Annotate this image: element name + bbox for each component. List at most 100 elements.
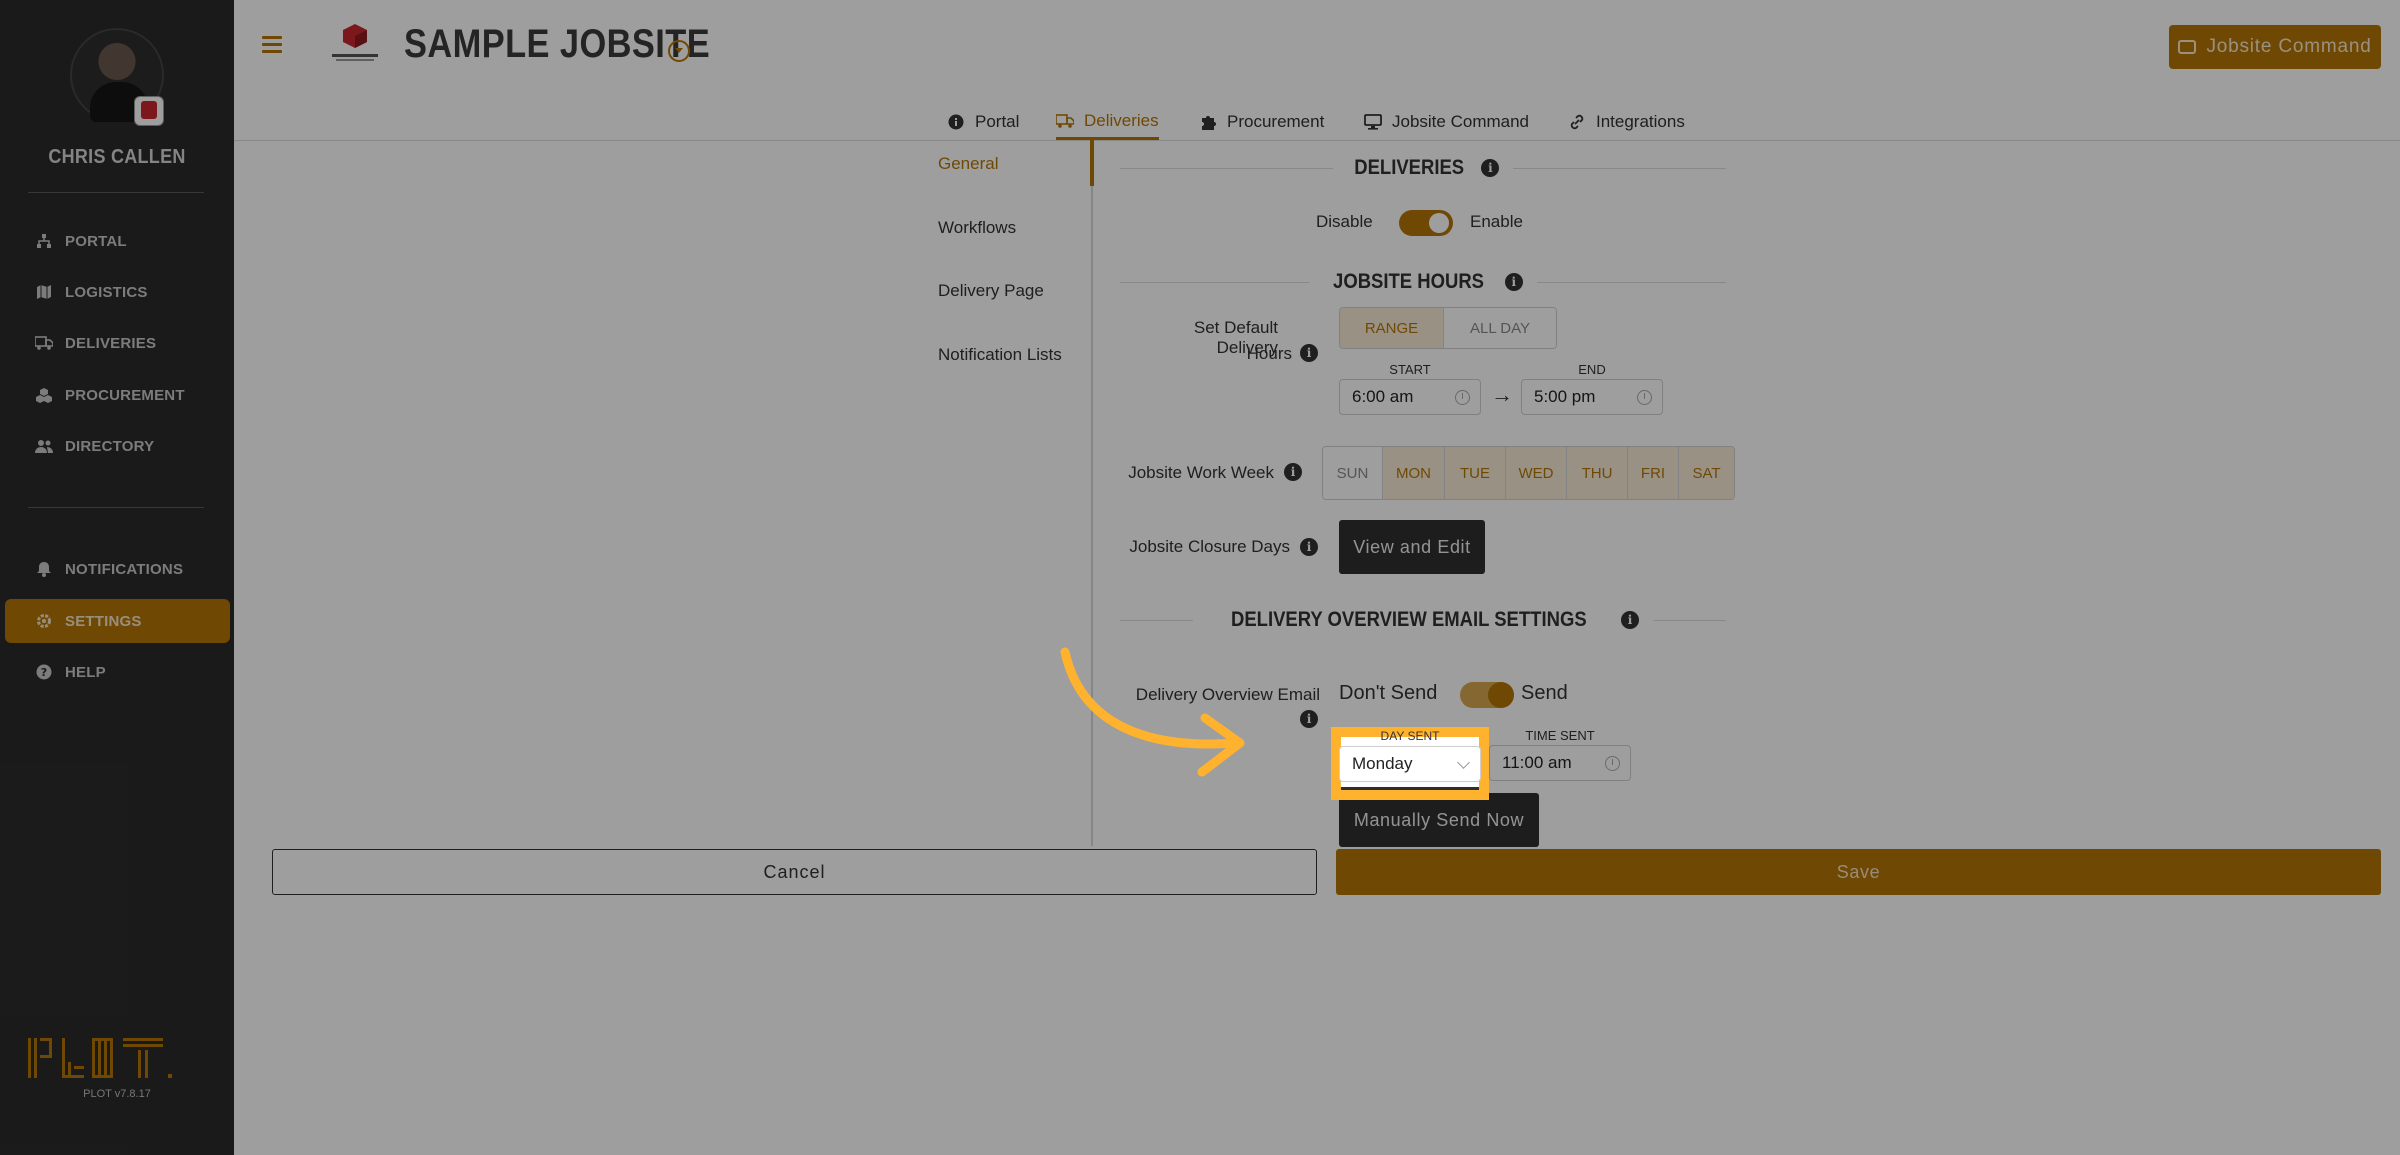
section-title: DELIVERY OVERVIEW EMAIL SETTINGS (1230, 608, 1587, 631)
start-time-input[interactable]: 6:00 am (1339, 379, 1481, 415)
work-week-label: Jobsite Work Week (1128, 463, 1274, 482)
tab-label: Integrations (1596, 112, 1685, 131)
sidebar-item-notifications[interactable]: NOTIFICATIONS (5, 547, 230, 591)
sidebar-item-label: PORTAL (65, 232, 127, 250)
start-label: START (1389, 362, 1431, 377)
project-title: SAMPLE JOBSITE (404, 22, 711, 66)
sidebar-divider (28, 507, 204, 508)
deliveries-enable-toggle[interactable] (1399, 210, 1453, 236)
users-icon (35, 437, 53, 455)
sidebar-item-portal[interactable]: PORTAL (5, 219, 230, 263)
tab-label: Procurement (1227, 112, 1325, 131)
info-circle-icon (947, 113, 965, 131)
arrow-right-icon: → (1491, 382, 1513, 407)
subnav-active-indicator (1090, 140, 1094, 186)
send-label: Send (1521, 682, 1568, 704)
tab-bar: Portal Deliveries Procurement Jobsite Co… (0, 104, 2400, 140)
tab-procurement[interactable]: Procurement (1199, 104, 1324, 140)
tab-label: Deliveries (1084, 110, 1159, 130)
menu-toggle-icon[interactable] (262, 36, 282, 54)
sidebar-item-label: DIRECTORY (65, 437, 155, 455)
closure-days-label: Jobsite Closure Days (1129, 537, 1290, 556)
sitemap-icon (35, 232, 53, 250)
manually-send-button-edge (1341, 787, 1479, 790)
end-time-input[interactable]: 5:00 pm (1521, 379, 1663, 415)
sidebar-divider (28, 192, 204, 193)
sidebar-item-label: HELP (65, 663, 106, 681)
hours-mode-toggle[interactable]: RANGE ALL DAY (1339, 307, 1557, 349)
clock-icon (1637, 390, 1652, 405)
section-title: JOBSITE HOURS (1333, 270, 1485, 293)
app-version: PLOT v7.8.17 (83, 1088, 151, 1100)
cubes-icon (35, 386, 53, 404)
sidebar-item-label: NOTIFICATIONS (65, 560, 184, 578)
sidebar-item-label: LOGISTICS (65, 283, 148, 301)
deliveries-section-header: DELIVERIES i (1120, 154, 1726, 182)
sidebar-item-directory[interactable]: DIRECTORY (5, 424, 230, 468)
save-button[interactable]: Save (1336, 849, 2381, 895)
tab-integrations[interactable]: Integrations (1568, 104, 1685, 140)
svg-text:?: ? (41, 666, 48, 679)
tab-divider (234, 140, 2400, 141)
sidebar-item-procurement[interactable]: PROCUREMENT (5, 373, 230, 417)
sidebar-item-deliveries[interactable]: DELIVERIES (5, 321, 230, 365)
info-icon[interactable]: i (1300, 538, 1318, 556)
clock-icon (1605, 756, 1620, 771)
jobsite-hours-section-header: JOBSITE HOURS i (1120, 268, 1726, 296)
default-hours-label-2: Hours (1246, 344, 1292, 363)
chevron-down-icon (1457, 756, 1470, 769)
subnav-general[interactable]: General (938, 154, 998, 174)
jobsite-command-button[interactable]: Jobsite Command (2169, 25, 2381, 69)
info-icon[interactable]: i (1504, 273, 1523, 291)
day-thu[interactable]: THU (1567, 447, 1628, 499)
dont-send-label: Don't Send (1339, 682, 1438, 704)
monitor-icon (1364, 113, 1382, 131)
manually-send-button[interactable]: Manually Send Now (1339, 793, 1539, 847)
tab-deliveries[interactable]: Deliveries (1056, 104, 1159, 140)
day-sun[interactable]: SUN (1323, 447, 1383, 499)
sidebar-item-logistics[interactable]: LOGISTICS (5, 270, 230, 314)
start-time-value: 6:00 am (1352, 387, 1414, 406)
all-day-option[interactable]: ALL DAY (1444, 308, 1556, 348)
subnav-delivery-page[interactable]: Delivery Page (938, 281, 1044, 301)
info-icon[interactable]: i (1300, 344, 1318, 362)
gear-icon (35, 612, 53, 630)
view-edit-closures-button[interactable]: View and Edit (1339, 520, 1485, 574)
truck-icon (1056, 112, 1074, 130)
subnav-workflows[interactable]: Workflows (938, 218, 1016, 238)
day-tue[interactable]: TUE (1445, 447, 1506, 499)
user-name: CHRIS CALLEN (48, 146, 186, 168)
sidebar-item-label: PROCUREMENT (65, 386, 185, 404)
time-sent-value: 11:00 am (1502, 753, 1572, 772)
info-icon[interactable]: i (1284, 463, 1302, 481)
tab-label: Jobsite Command (1392, 112, 1530, 131)
info-icon[interactable]: i (1621, 611, 1640, 629)
day-sat[interactable]: SAT (1679, 447, 1734, 499)
sidebar: CHRIS CALLEN PORTAL LOGISTICS DELIVERIES… (0, 0, 234, 1155)
range-option[interactable]: RANGE (1340, 308, 1444, 348)
day-sent-label: DAY SENT (1380, 729, 1440, 743)
sidebar-item-settings[interactable]: SETTINGS (5, 599, 230, 643)
day-fri[interactable]: FRI (1628, 447, 1679, 499)
end-time-value: 5:00 pm (1534, 387, 1596, 406)
cancel-button[interactable]: Cancel (272, 849, 1317, 895)
disable-label: Disable (1316, 212, 1373, 231)
overview-email-toggle[interactable] (1460, 682, 1514, 708)
day-mon[interactable]: MON (1383, 447, 1445, 499)
info-icon[interactable]: i (1481, 159, 1500, 177)
day-wed[interactable]: WED (1506, 447, 1567, 499)
puzzle-icon (1199, 113, 1217, 131)
end-label: END (1578, 362, 1606, 377)
work-week-selector[interactable]: SUN MON TUE WED THU FRI SAT (1322, 446, 1735, 500)
briefcase-icon (2178, 40, 2197, 54)
info-icon[interactable]: i (1300, 710, 1318, 728)
project-switch-icon[interactable] (668, 40, 690, 62)
project-logo-icon (332, 24, 378, 61)
sidebar-item-help[interactable]: ? HELP (5, 650, 230, 694)
tab-portal[interactable]: Portal (947, 104, 1019, 140)
time-sent-input[interactable]: 11:00 am (1489, 745, 1631, 781)
tab-jobsite-command[interactable]: Jobsite Command (1364, 104, 1529, 140)
day-sent-value: Monday (1352, 754, 1413, 773)
subnav-notification-lists[interactable]: Notification Lists (938, 345, 1062, 365)
day-sent-select[interactable]: Monday (1339, 746, 1481, 782)
